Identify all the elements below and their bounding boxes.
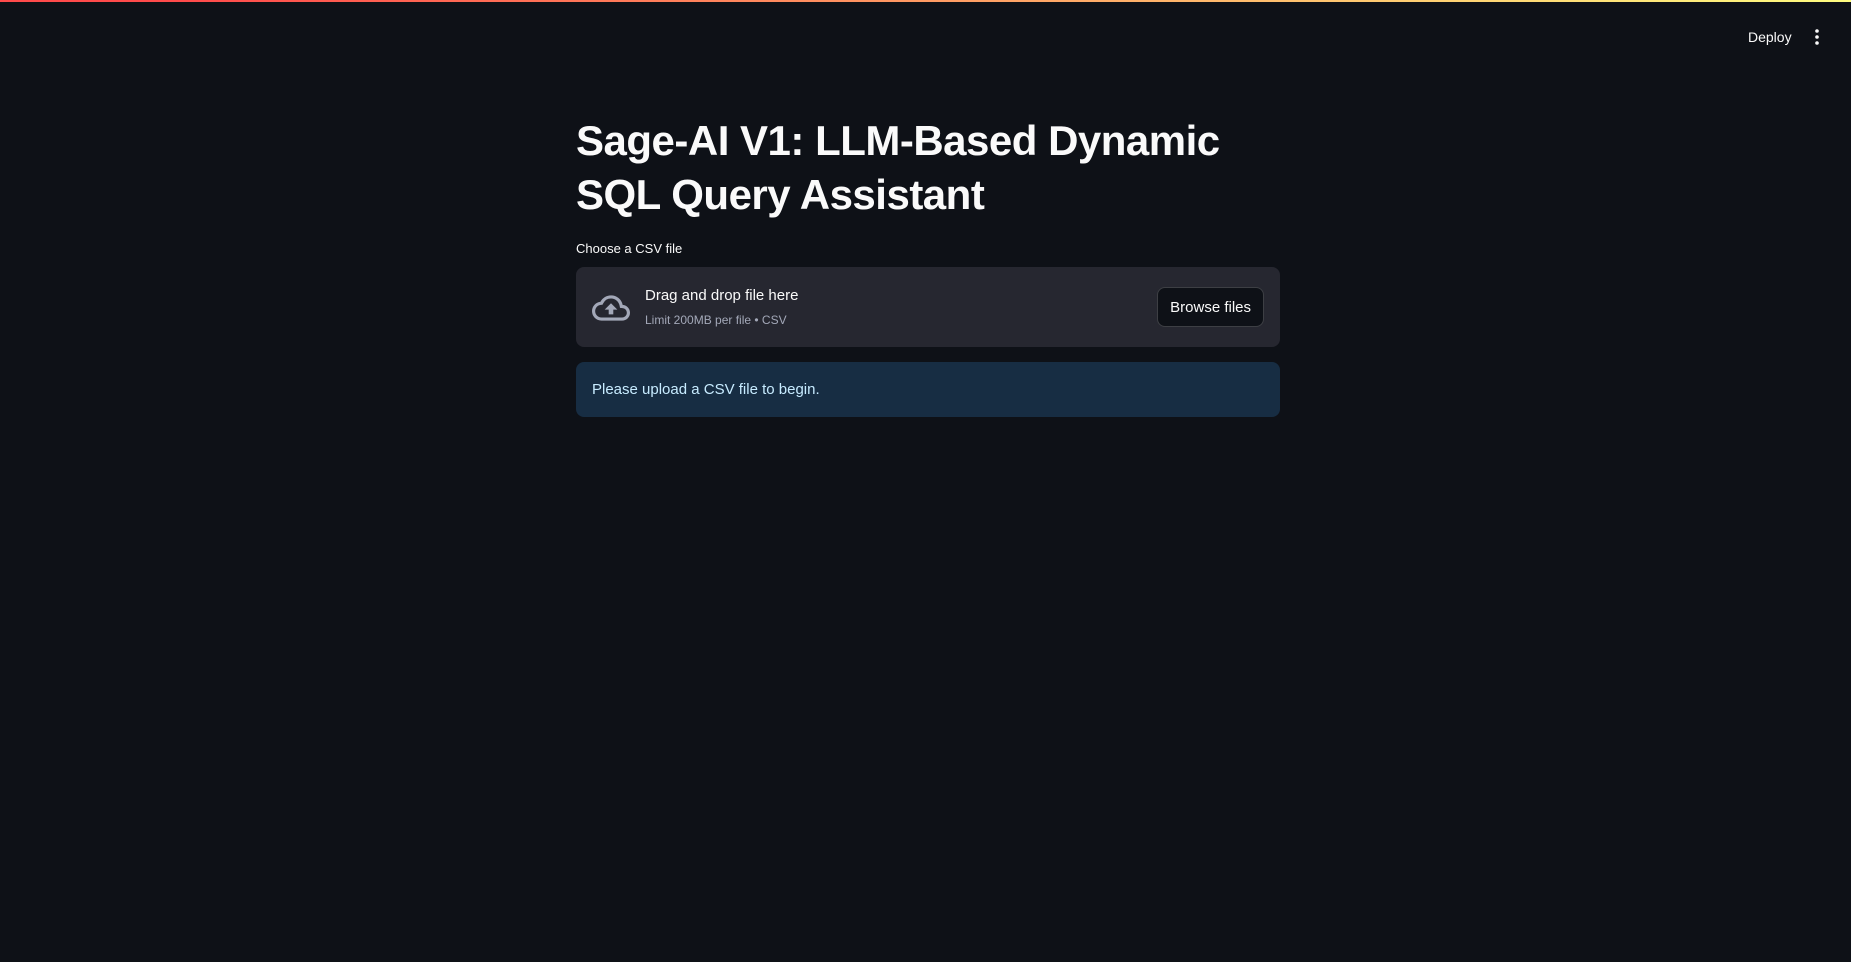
main-menu-button[interactable] <box>1802 24 1832 50</box>
app-header: Deploy <box>0 0 1851 70</box>
info-alert: Please upload a CSV file to begin. <box>576 362 1280 417</box>
more-vertical-icon <box>1815 29 1819 45</box>
deploy-button[interactable]: Deploy <box>1736 24 1804 50</box>
page-title: Sage-AI V1: LLM-Based Dynamic SQL Query … <box>576 117 1220 218</box>
file-uploader-label: Choose a CSV file <box>576 241 683 256</box>
dropzone-title: Drag and drop file here <box>645 287 799 304</box>
info-message: Please upload a CSV file to begin. <box>592 381 820 398</box>
file-dropzone[interactable]: Drag and drop file here Limit 200MB per … <box>576 267 1280 347</box>
cloud-upload-icon <box>592 295 630 321</box>
browse-files-button[interactable]: Browse files <box>1157 287 1264 327</box>
dropzone-hint: Limit 200MB per file • CSV <box>645 313 787 327</box>
